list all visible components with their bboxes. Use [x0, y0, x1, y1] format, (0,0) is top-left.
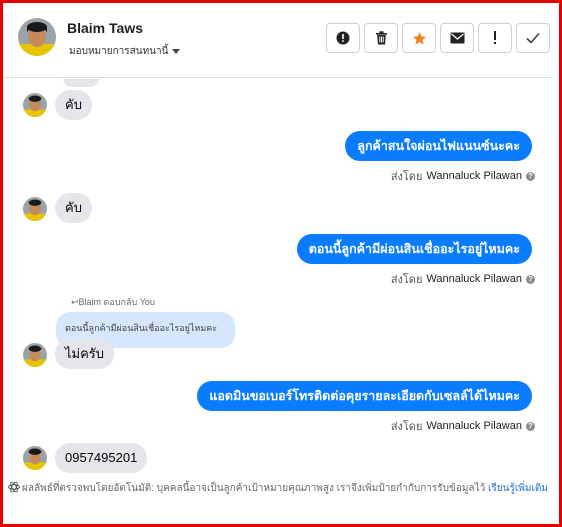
trash-icon — [375, 31, 387, 45]
done-button[interactable] — [516, 23, 550, 53]
sent-by-agent[interactable]: Wannaluck Pilawan — [426, 273, 522, 285]
message-thread[interactable]: คับ ลูกค้าสนใจผ่อนไฟแนนซ์นะคะ ส่งโดย Wan… — [3, 79, 553, 524]
sent-by-label: ส่งโดย Wannaluck Pilawan ? — [391, 270, 535, 288]
report-spam-button[interactable] — [326, 23, 360, 53]
notice-text: ผลลัพธ์ที่ตรวจพบโดยอัตโนมัติ: บุคคลนี้อา… — [22, 483, 486, 494]
caret-down-icon — [172, 49, 181, 54]
envelope-icon — [450, 32, 464, 44]
mark-unread-button[interactable] — [440, 23, 474, 53]
exclamation-circle-icon — [336, 31, 350, 45]
contact-avatar-small — [23, 197, 47, 221]
incoming-message[interactable]: ไม่ครับ — [55, 339, 115, 369]
sent-by-prefix: ส่งโดย — [390, 421, 423, 433]
outgoing-message[interactable]: แอดมินขอเบอร์โทรติดต่อคุยรายละเอียดกับเซ… — [197, 381, 532, 411]
contact-avatar[interactable] — [18, 18, 56, 56]
delete-button[interactable] — [364, 23, 398, 53]
sent-by-prefix: ส่งโดย — [390, 274, 423, 286]
reply-header: ↩Blaim ตอบกลับ You — [71, 295, 155, 309]
sent-by-prefix: ส่งโดย — [390, 171, 423, 183]
outgoing-message[interactable]: ตอนนี้ลูกค้ามีผ่อนสินเชื่ออะไรอยู่ไหมคะ — [296, 234, 532, 264]
reply-arrow-icon: ↩ — [71, 297, 79, 307]
sent-by-label: ส่งโดย Wannaluck Pilawan ? — [391, 167, 535, 185]
help-icon[interactable]: ? — [526, 171, 535, 181]
auto-detect-notice: ผลลัพธ์ที่ตรวจพบโดยอัตโนมัติ: บุคคลนี้อา… — [3, 481, 553, 496]
learn-more-link[interactable]: เรียนรู้เพิ่มเติม — [488, 483, 548, 494]
conversation-header: Blaim Taws มอบหมายการสนทนานี้ — [3, 3, 553, 78]
star-icon — [412, 31, 426, 44]
star-button[interactable] — [402, 23, 436, 53]
contact-avatar-small — [23, 93, 47, 117]
reply-header-text: Blaim ตอบกลับ You — [78, 297, 155, 307]
checkmark-icon — [526, 32, 540, 44]
incoming-message[interactable]: คับ — [55, 90, 92, 120]
atom-icon — [8, 481, 20, 493]
outgoing-message[interactable]: ลูกค้าสนใจผ่อนไฟแนนซ์นะคะ — [345, 131, 532, 161]
help-icon[interactable]: ? — [526, 421, 535, 431]
previous-message-bubble — [63, 79, 99, 87]
contact-avatar-small — [23, 343, 47, 367]
sent-by-agent[interactable]: Wannaluck Pilawan — [426, 170, 522, 182]
assign-conversation-dropdown[interactable]: มอบหมายการสนทนานี้ — [69, 44, 181, 59]
contact-name[interactable]: Blaim Taws — [67, 20, 143, 36]
incoming-message[interactable]: 0957495201 — [55, 443, 148, 473]
incoming-message[interactable]: คับ — [55, 193, 92, 223]
help-icon[interactable]: ? — [526, 274, 535, 284]
conversation-toolbar — [326, 23, 550, 53]
assign-label: มอบหมายการสนทนานี้ — [69, 46, 169, 57]
follow-up-button[interactable] — [478, 23, 512, 53]
exclamation-icon — [494, 31, 496, 44]
sent-by-label: ส่งโดย Wannaluck Pilawan ? — [391, 417, 535, 435]
sent-by-agent[interactable]: Wannaluck Pilawan — [426, 420, 522, 432]
contact-avatar-small — [23, 446, 47, 470]
